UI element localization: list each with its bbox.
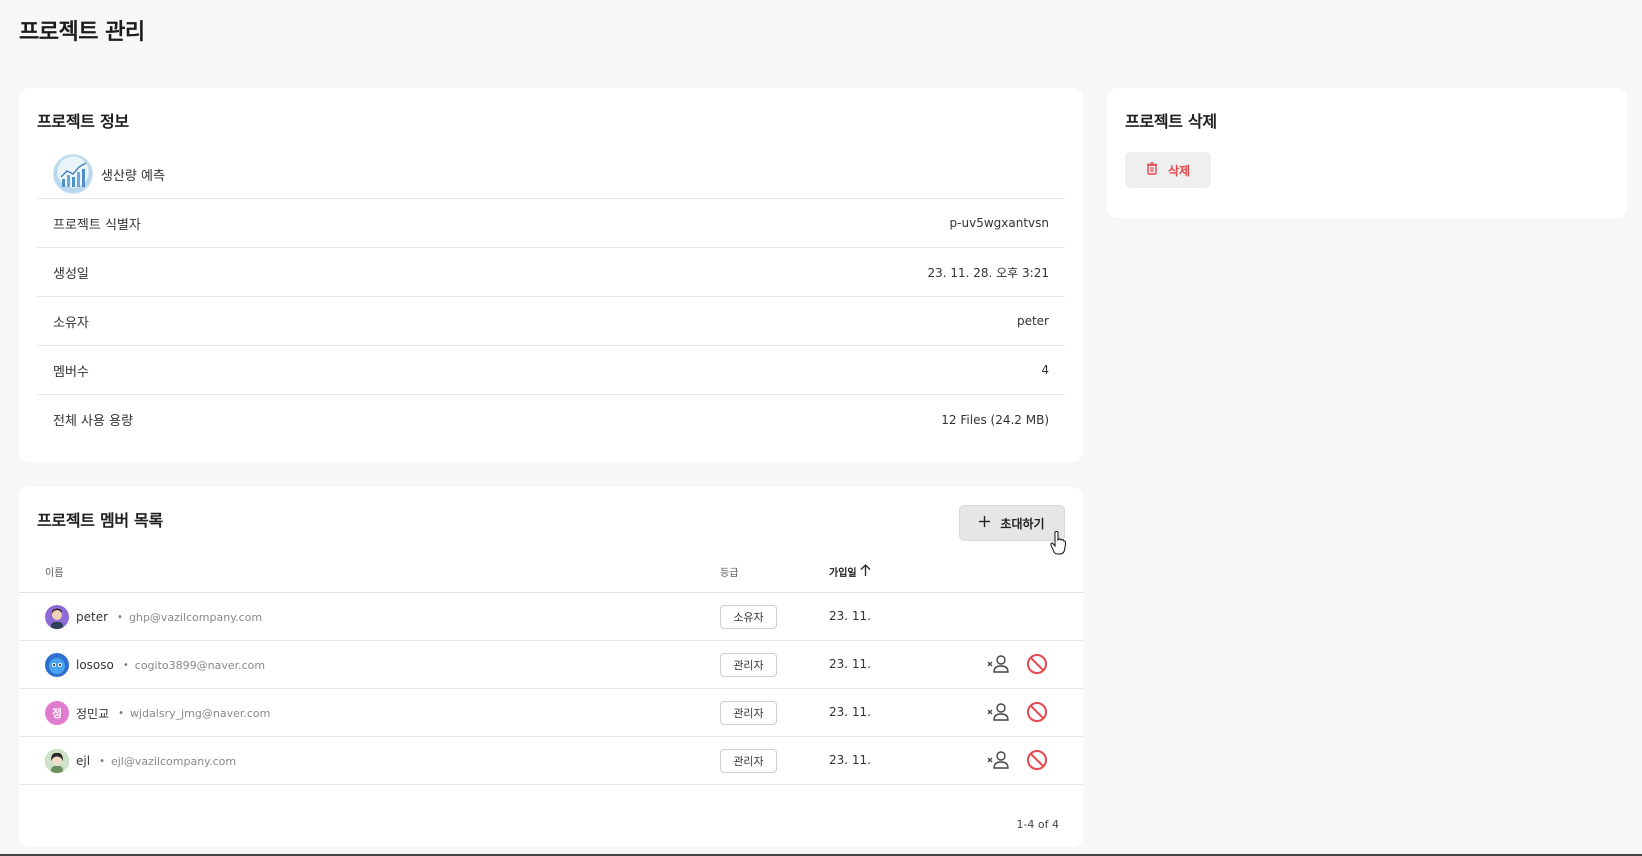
member-name: 정민교 — [76, 706, 110, 721]
info-row-created: 생성일 23. 11. 28. 오후 3:21 — [37, 248, 1065, 297]
info-label: 소유자 — [53, 315, 89, 331]
member-email: wjdalsry_jmg@naver.com — [130, 706, 271, 720]
remove-member-icon[interactable] — [987, 750, 1009, 774]
role-badge[interactable]: 관리자 — [720, 701, 777, 725]
member-cell: ejl • ejl@vazilcompany.com — [45, 749, 236, 773]
project-thumbnail — [53, 154, 93, 194]
avatar — [45, 749, 69, 773]
joined-date: 23. 11. — [829, 753, 871, 767]
sort-ascending-icon — [860, 564, 871, 579]
info-value: p-uv5wgxantvsn — [949, 216, 1049, 230]
trash-icon — [1146, 162, 1158, 178]
hand-cursor-icon — [1050, 531, 1067, 559]
members-title: 프로젝트 멤버 목록 — [37, 511, 163, 530]
block-member-icon[interactable] — [1026, 701, 1048, 727]
member-email: ejl@vazilcompany.com — [110, 754, 237, 768]
avatar: 정 — [45, 701, 69, 725]
info-row-identifier: 프로젝트 식별자 p-uv5wgxantvsn — [37, 199, 1065, 248]
project-delete-title: 프로젝트 삭제 — [1125, 112, 1217, 131]
role-badge[interactable]: 관리자 — [720, 749, 777, 773]
members-table-header: 이름 등급 가입일 — [19, 548, 1083, 593]
member-email: ghp@vazilcompany.com — [128, 610, 263, 624]
info-value: 23. 11. 28. 오후 3:21 — [927, 265, 1049, 280]
project-header-row: 생산량 예측 — [37, 150, 1065, 199]
block-member-icon[interactable] — [1026, 749, 1048, 775]
member-cell: peter • ghp@vazilcompany.com — [45, 605, 262, 629]
column-header-joined[interactable]: 가입일 — [829, 564, 871, 579]
column-header-name[interactable]: 이름 — [45, 564, 63, 579]
member-cell: lososo • cogito3899@naver.com — [45, 653, 265, 677]
project-info-card: 프로젝트 정보 생산량 예측 프로젝트 식별자 p-uv5wgxantvsn 생… — [19, 88, 1083, 462]
joined-date: 23. 11. — [829, 657, 871, 671]
plus-icon — [979, 516, 991, 530]
column-header-joined-label: 가입일 — [829, 568, 857, 579]
info-value: 4 — [1041, 363, 1049, 377]
page-title: 프로젝트 관리 — [19, 20, 145, 45]
table-row: peter • ghp@vazilcompany.com 소유자 23. 11. — [19, 593, 1083, 641]
block-member-icon[interactable] — [1026, 653, 1048, 679]
project-info-title: 프로젝트 정보 — [37, 112, 129, 131]
remove-member-icon[interactable] — [987, 702, 1009, 726]
column-header-role[interactable]: 등급 — [720, 564, 738, 579]
info-label: 멤버수 — [53, 364, 89, 380]
info-row-storage: 전체 사용 용량 12 Files (24.2 MB) — [37, 395, 1065, 444]
project-members-card: 프로젝트 멤버 목록 초대하기 이름 등급 가입일 peter • ghp@va… — [19, 487, 1083, 847]
role-badge: 소유자 — [720, 605, 777, 629]
info-row-owner: 소유자 peter — [37, 297, 1065, 346]
avatar — [45, 605, 69, 629]
project-delete-card: 프로젝트 삭제 삭제 — [1107, 88, 1627, 218]
avatar — [45, 653, 69, 677]
info-label: 생성일 — [53, 266, 89, 282]
member-cell: 정 정민교 • wjdalsry_jmg@naver.com — [45, 701, 270, 725]
table-row: lososo • cogito3899@naver.com 관리자 23. 11… — [19, 641, 1083, 689]
delete-button-label: 삭제 — [1167, 163, 1191, 178]
invite-button-label: 초대하기 — [1000, 516, 1045, 531]
pagination-info: 1-4 of 4 — [1016, 818, 1059, 831]
info-value: 12 Files (24.2 MB) — [941, 412, 1049, 427]
member-name: ejl — [76, 754, 91, 768]
joined-date: 23. 11. — [829, 609, 871, 623]
info-value: peter — [1016, 314, 1049, 328]
project-name: 생산량 예측 — [101, 168, 165, 184]
remove-member-icon[interactable] — [987, 654, 1009, 678]
info-row-member-count: 멤버수 4 — [37, 346, 1065, 395]
info-label: 프로젝트 식별자 — [53, 217, 141, 233]
table-row: 정 정민교 • wjdalsry_jmg@naver.com 관리자 23. 1… — [19, 689, 1083, 737]
role-badge[interactable]: 관리자 — [720, 653, 777, 677]
table-row: ejl • ejl@vazilcompany.com 관리자 23. 11. — [19, 737, 1083, 785]
info-label: 전체 사용 용량 — [53, 414, 134, 429]
joined-date: 23. 11. — [829, 705, 871, 719]
member-name: peter — [76, 610, 109, 624]
member-email: cogito3899@naver.com — [134, 658, 266, 672]
delete-button[interactable]: 삭제 — [1125, 152, 1211, 188]
member-name: lososo — [76, 658, 114, 672]
